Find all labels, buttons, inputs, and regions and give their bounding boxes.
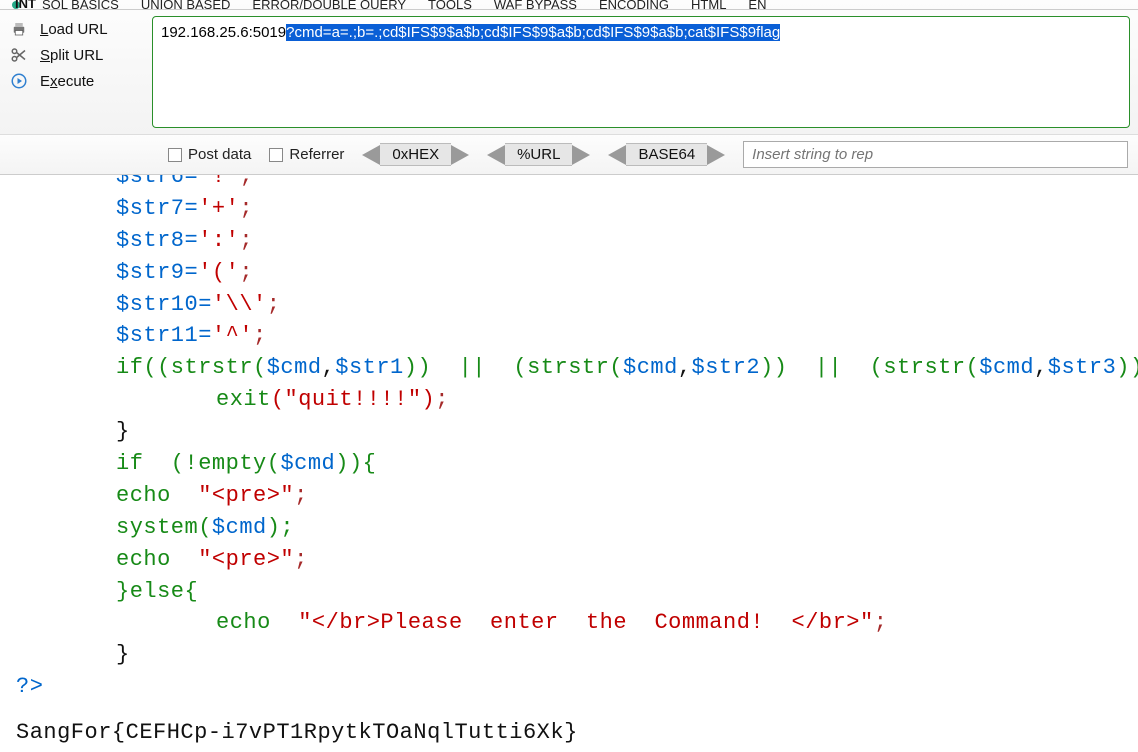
play-icon <box>10 72 28 90</box>
panel-body: Load URL Split URL Execute 192.168.25.6:… <box>0 10 1138 134</box>
url-area-wrap: 192.168.25.6:5019?cmd=a=.;b=.;cd$IFS$9$a… <box>152 16 1130 128</box>
page-content: $str6='!'; $str7='+'; $str8=':'; $str9='… <box>0 161 1138 749</box>
url-selected-part: ?cmd=a=.;b=.;cd$IFS$9$a$b;cd$IFS$9$a$b;c… <box>286 24 780 41</box>
url-textarea[interactable]: 192.168.25.6:5019?cmd=a=.;b=.;cd$IFS$9$a… <box>152 16 1130 128</box>
load-url-button[interactable]: Load URL <box>10 20 144 38</box>
tab-tools[interactable]: TOOLS <box>428 0 472 10</box>
execute-label: Execute <box>40 73 94 90</box>
arrow-left-icon <box>487 145 505 165</box>
tab-html[interactable]: HTML <box>691 0 726 10</box>
hackbar-panel: INT SQL BASICS UNION BASED ERROR/DOUBLE … <box>0 0 1138 175</box>
checkbox-icon <box>269 148 283 162</box>
checkbox-icon <box>168 148 182 162</box>
hex-label: 0xHEX <box>380 143 451 166</box>
tab-waf[interactable]: WAF BYPASS <box>494 0 577 10</box>
flag-output: SangFor{CEFHCp-i7vPT1RpytkTOaNqlTutti6Xk… <box>16 703 1130 749</box>
tab-sql[interactable]: SQL BASICS <box>42 0 119 10</box>
url-encode-button[interactable]: %URL <box>487 143 590 166</box>
tab-union[interactable]: UNION BASED <box>141 0 231 10</box>
execute-button[interactable]: Execute <box>10 72 144 90</box>
arrow-right-icon <box>572 145 590 165</box>
arrow-left-icon <box>608 145 626 165</box>
arrow-right-icon <box>707 145 725 165</box>
top-tabs-row: INT SQL BASICS UNION BASED ERROR/DOUBLE … <box>0 0 1138 10</box>
tab-error[interactable]: ERROR/DOUBLE QUERY <box>252 0 406 10</box>
scissors-icon <box>10 46 28 64</box>
url-encode-label: %URL <box>505 143 572 166</box>
split-url-label: Split URL <box>40 47 103 64</box>
url-host-part: 192.168.25.6:5019 <box>161 24 286 41</box>
post-data-checkbox[interactable]: Post data <box>168 146 251 163</box>
base64-label: BASE64 <box>626 143 707 166</box>
hex-button[interactable]: 0xHEX <box>362 143 469 166</box>
arrow-left-icon <box>362 145 380 165</box>
arrow-right-icon <box>451 145 469 165</box>
tab-encoding[interactable]: ENCODING <box>599 0 669 10</box>
tab-en[interactable]: EN <box>748 0 766 10</box>
base64-button[interactable]: BASE64 <box>608 143 725 166</box>
printer-icon <box>10 20 28 38</box>
side-actions: Load URL Split URL Execute <box>4 16 144 90</box>
split-url-button[interactable]: Split URL <box>10 46 144 64</box>
options-row: Post data Referrer 0xHEX %URL BASE64 <box>0 134 1138 174</box>
int-fragment: INT <box>2 0 36 8</box>
post-data-label: Post data <box>188 146 251 163</box>
load-url-label: Load URL <box>40 21 108 38</box>
insert-string-input[interactable] <box>743 141 1128 168</box>
referrer-checkbox[interactable]: Referrer <box>269 146 344 163</box>
referrer-label: Referrer <box>289 146 344 163</box>
